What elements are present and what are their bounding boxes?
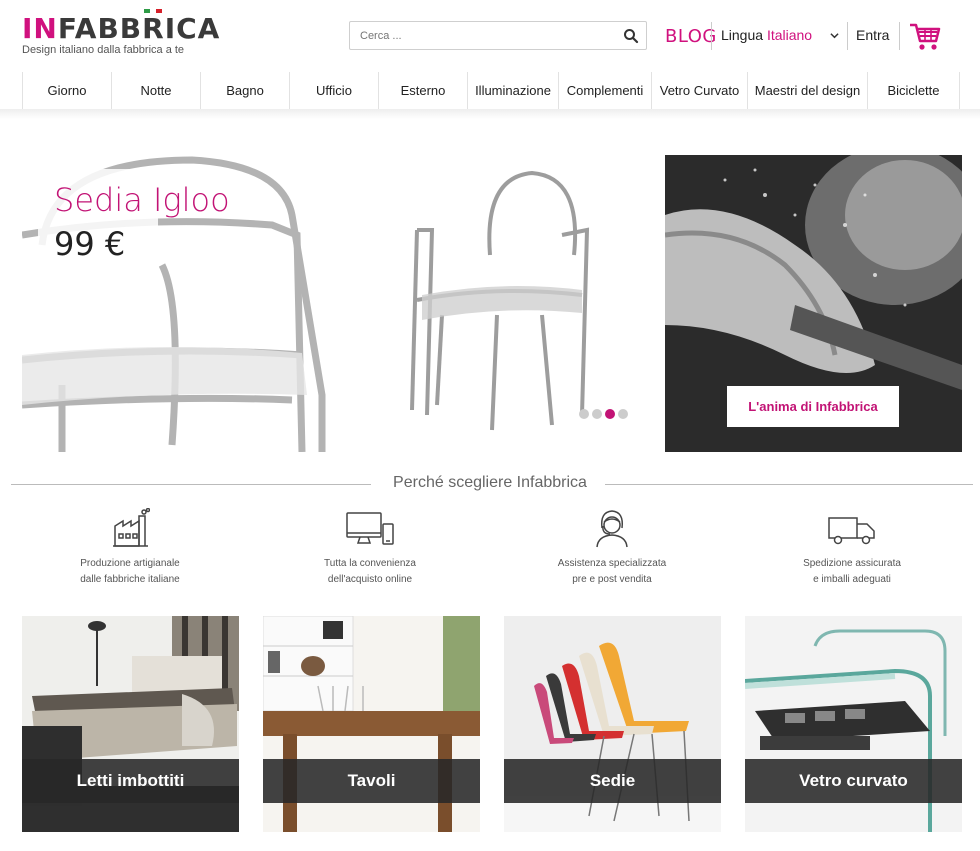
feature-line2: pre e post vendita [572, 574, 652, 585]
nav-shadow [0, 109, 980, 119]
nav-item-maestri-del-design[interactable]: Maestri del design [748, 72, 868, 109]
feature-line1: Tutta la convenienza [324, 558, 416, 569]
search-input[interactable] [350, 22, 610, 49]
divider [899, 22, 900, 50]
nav-item-vetro-curvato[interactable]: Vetro Curvato [652, 72, 748, 109]
nav-item-bagno[interactable]: Bagno [201, 72, 290, 109]
feature-line2: dalle fabbriche italiane [80, 574, 180, 585]
category-label: Tavoli [263, 759, 480, 803]
site-header: INFABBRICA Design italiano dalla fabbric… [0, 0, 980, 70]
nav-item-esterno[interactable]: Esterno [379, 72, 468, 109]
search-box [349, 21, 647, 50]
search-icon[interactable] [622, 27, 640, 45]
category-label: Sedie [504, 759, 721, 803]
hero-slider[interactable]: Sedia Igloo 99 € [22, 155, 644, 452]
feature-online: Tutta la convenienza dell'acquisto online [275, 508, 465, 588]
anima-button[interactable]: L'anima di Infabbrica [727, 386, 899, 427]
divider [711, 22, 712, 50]
cart-icon[interactable] [908, 20, 942, 52]
operator-icon [596, 510, 628, 548]
truck-icon [828, 517, 875, 545]
category-letti-imbottiti[interactable]: Letti imbottiti [22, 616, 239, 832]
slider-dot-2[interactable] [592, 409, 602, 419]
feature-line1: Produzione artigianale [80, 558, 180, 569]
language-selector[interactable]: Lingua Italiano [721, 27, 812, 43]
blog-link[interactable]: BLOG [665, 26, 717, 47]
logo-wordmark: INFABBRICA [22, 14, 220, 44]
why-title-text: Perché scegliere Infabbrica [383, 474, 597, 491]
feature-shipping: Spedizione assicurata e imballi adeguati [757, 508, 947, 588]
slider-dot-4[interactable] [618, 409, 628, 419]
nav-item-complementi[interactable]: Complementi [559, 72, 652, 109]
nav-item-biciclette[interactable]: Biciclette [868, 72, 960, 109]
logo-in: IN [22, 12, 58, 45]
login-link[interactable]: Entra [856, 27, 889, 43]
hero-title: Sedia Igloo [54, 181, 230, 219]
nav-item-illuminazione[interactable]: Illuminazione [468, 72, 559, 109]
category-tavoli[interactable]: Tavoli [263, 616, 480, 832]
logo-tagline: Design italiano dalla fabbrica a te [22, 44, 185, 56]
category-vetro-curvato[interactable]: Vetro curvato [745, 616, 962, 832]
site-logo[interactable]: INFABBRICA Design italiano dalla fabbric… [22, 14, 220, 57]
language-value: Italiano [766, 27, 813, 43]
feature-line1: Spedizione assicurata [803, 558, 901, 569]
anima-banner[interactable]: L'anima di Infabbrica [665, 155, 962, 452]
feature-assistance: Assistenza specializzata pre e post vendi… [517, 508, 707, 588]
divider [847, 22, 848, 50]
feature-production: Produzione artigianale dalle fabbriche it… [35, 508, 225, 588]
feature-line2: e imballi adeguati [813, 574, 891, 585]
category-sedie[interactable]: Sedie [504, 616, 721, 832]
category-label: Letti imbottiti [22, 759, 239, 803]
factory-icon [113, 508, 150, 547]
slider-dot-1[interactable] [579, 409, 589, 419]
nav-item-giorno[interactable]: Giorno [23, 72, 112, 109]
nav-item-ufficio[interactable]: Ufficio [290, 72, 379, 109]
slider-dot-3[interactable] [605, 409, 615, 419]
main-nav: Giorno Notte Bagno Ufficio Esterno Illum… [22, 72, 960, 109]
category-label: Vetro curvato [745, 759, 962, 803]
nav-item-notte[interactable]: Notte [112, 72, 201, 109]
italian-flag-icon [144, 9, 162, 13]
devices-icon [346, 512, 394, 545]
why-title: Perché scegliere Infabbrica [0, 474, 980, 492]
language-label: Lingua [721, 27, 764, 43]
logo-rest: FABBRICA [57, 12, 221, 45]
chevron-down-icon[interactable] [830, 31, 839, 40]
hero-price: 99 € [54, 225, 126, 263]
feature-line1: Assistenza specializzata [557, 558, 667, 569]
feature-line2: dell'acquisto online [327, 574, 413, 585]
slider-dots [579, 409, 628, 419]
